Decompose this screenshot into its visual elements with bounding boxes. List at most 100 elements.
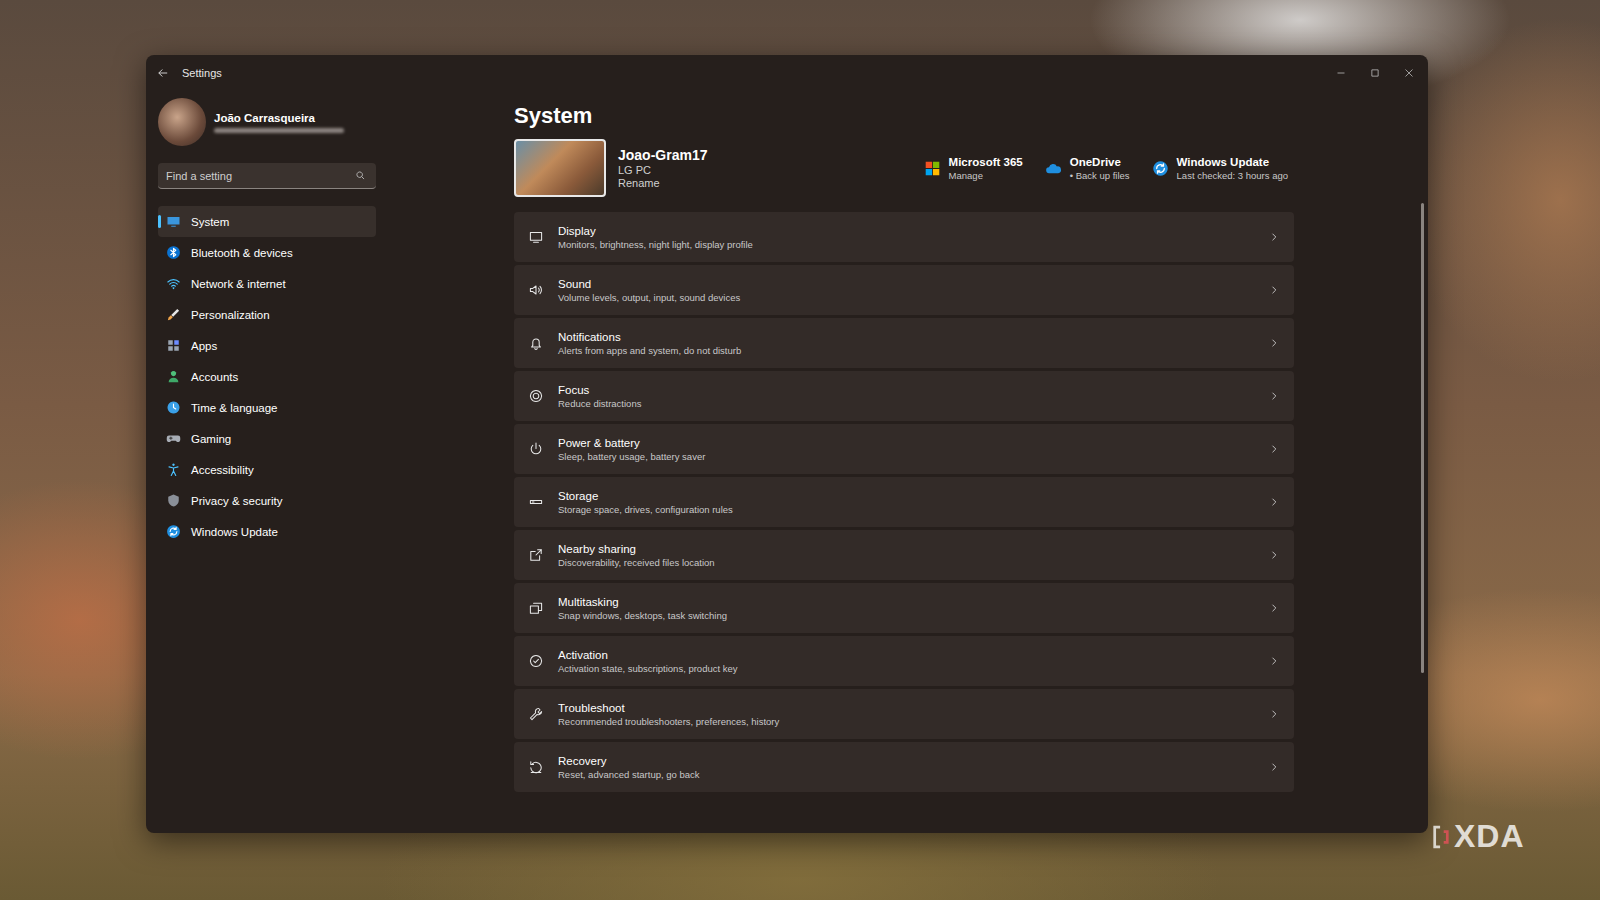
scrollbar[interactable] <box>1421 203 1424 673</box>
wrench-icon <box>528 706 544 722</box>
sidebar-item[interactable]: Time & language <box>158 392 376 423</box>
power-icon <box>528 441 544 457</box>
sidebar-item[interactable]: Bluetooth & devices <box>158 237 376 268</box>
row-subtitle: Storage space, drives, configuration rul… <box>558 504 1254 515</box>
rename-link[interactable]: Rename <box>618 177 707 189</box>
quick-link-title: Windows Update <box>1177 156 1288 168</box>
quick-link-title: OneDrive <box>1070 156 1130 168</box>
main-content: System Joao-Gram17LG PCRename Microsoft 36… <box>396 91 1428 833</box>
settings-row[interactable]: Power & battery Sleep, battery usage, bat… <box>514 424 1294 474</box>
desktop: Settings João Carrasqueira Find a setting S… <box>0 0 1600 900</box>
maximize-icon[interactable] <box>1368 66 1382 80</box>
sidebar-item[interactable]: Accessibility <box>158 454 376 485</box>
sidebar-item[interactable]: Gaming <box>158 423 376 454</box>
sidebar-item[interactable]: Privacy & security <box>158 485 376 516</box>
quick-link[interactable]: Microsoft 365Manage <box>924 156 1023 181</box>
profile[interactable]: João Carrasqueira <box>158 97 384 147</box>
sidebar-label: Accounts <box>191 371 238 383</box>
search-field[interactable]: Find a setting <box>158 163 376 189</box>
apps-icon <box>166 338 181 353</box>
sidebar-item[interactable]: System <box>158 206 376 237</box>
sidebar-label: Apps <box>191 340 217 352</box>
quick-link-text: OneDrive • Back up files <box>1070 156 1130 181</box>
settings-row[interactable]: Storage Storage space, drives, configurat… <box>514 477 1294 527</box>
row-text: Storage Storage space, drives, configurat… <box>558 490 1254 515</box>
settings-row[interactable]: RecoveryReset, advanced startup, go back <box>514 742 1294 792</box>
row-title: Recovery <box>558 755 1254 767</box>
chevron-right-icon <box>1268 602 1280 614</box>
sidebar-label: Accessibility <box>191 464 254 476</box>
quick-link[interactable]: OneDrive • Back up files <box>1045 156 1130 181</box>
controller-icon <box>166 431 181 446</box>
chevron-right-icon <box>1268 496 1280 508</box>
sidebar-item[interactable]: Windows Update <box>158 516 376 547</box>
accessibility-icon <box>166 462 181 477</box>
settings-row[interactable]: Sound Volume levels, output, input, sound… <box>514 265 1294 315</box>
close-icon[interactable] <box>1402 66 1416 80</box>
quick-link-subtitle: • Back up files <box>1070 170 1130 181</box>
row-text: Sound Volume levels, output, input, sound… <box>558 278 1254 303</box>
storage-icon <box>528 494 544 510</box>
row-subtitle: Sleep, battery usage, battery saver <box>558 451 1254 462</box>
share-icon <box>528 547 544 563</box>
recovery-icon <box>528 759 544 775</box>
settings-row[interactable]: Nearby sharingDiscoverability, received … <box>514 530 1294 580</box>
device-name: Joao-Gram17 <box>618 147 707 163</box>
chevron-right-icon <box>1268 443 1280 455</box>
row-title: Focus <box>558 384 1254 396</box>
wifi-icon <box>166 276 181 291</box>
title-group: Settings <box>156 66 222 80</box>
sidebar-label: Network & internet <box>191 278 286 290</box>
device-info: Joao-Gram17LG PCRename <box>514 139 707 197</box>
minimize-icon[interactable] <box>1334 66 1348 80</box>
blurred-email <box>214 128 344 133</box>
brush-icon <box>166 307 181 322</box>
wallpaper-thumbnail <box>514 139 606 197</box>
window-controls <box>1334 66 1416 80</box>
row-title: Storage <box>558 490 1254 502</box>
sidebar-label: Personalization <box>191 309 270 321</box>
onedrive-icon <box>1045 160 1062 177</box>
speaker-icon <box>528 282 544 298</box>
row-text: ActivationActivation state, subscription… <box>558 649 1254 674</box>
sidebar-label: Time & language <box>191 402 278 414</box>
sidebar-item[interactable]: Network & internet <box>158 268 376 299</box>
settings-row[interactable]: MultitaskingSnap windows, desktops, task… <box>514 583 1294 633</box>
row-subtitle: Recommended troubleshooters, preferences… <box>558 716 1254 727</box>
settings-row[interactable]: TroubleshootRecommended troubleshooters,… <box>514 689 1294 739</box>
row-subtitle: Volume levels, output, input, sound devi… <box>558 292 1254 303</box>
settings-list: DisplayMonitors, brightness, night light… <box>514 212 1294 792</box>
sidebar-label: System <box>191 216 229 228</box>
bluetooth-icon <box>166 245 181 260</box>
chevron-right-icon <box>1268 549 1280 561</box>
sidebar-item[interactable]: Personalization <box>158 299 376 330</box>
sidebar-item[interactable]: Accounts <box>158 361 376 392</box>
settings-row[interactable]: NotificationsAlerts from apps and system… <box>514 318 1294 368</box>
display-icon <box>528 229 544 245</box>
multitasking-icon <box>528 600 544 616</box>
chevron-right-icon <box>1268 231 1280 243</box>
chevron-right-icon <box>1268 655 1280 667</box>
row-subtitle: Monitors, brightness, night light, displ… <box>558 239 1254 250</box>
sidebar-nav: System Bluetooth & devices Network & inter… <box>158 206 384 547</box>
quick-link[interactable]: Windows UpdateLast checked: 3 hours ago <box>1152 156 1288 181</box>
settings-row[interactable]: FocusReduce distractions <box>514 371 1294 421</box>
row-text: MultitaskingSnap windows, desktops, task… <box>558 596 1254 621</box>
profile-text: João Carrasqueira <box>214 112 344 133</box>
device-header: Joao-Gram17LG PCRename Microsoft 365Manag… <box>514 139 1294 197</box>
row-text: Nearby sharingDiscoverability, received … <box>558 543 1254 568</box>
settings-window: Settings João Carrasqueira Find a setting S… <box>146 55 1428 833</box>
sidebar-item[interactable]: Apps <box>158 330 376 361</box>
row-title: Activation <box>558 649 1254 661</box>
settings-row[interactable]: DisplayMonitors, brightness, night light… <box>514 212 1294 262</box>
row-subtitle: Snap windows, desktops, task switching <box>558 610 1254 621</box>
row-text: Power & battery Sleep, battery usage, bat… <box>558 437 1254 462</box>
search-placeholder: Find a setting <box>166 170 232 182</box>
back-arrow-icon[interactable] <box>156 66 170 80</box>
settings-row[interactable]: ActivationActivation state, subscription… <box>514 636 1294 686</box>
row-title: Power & battery <box>558 437 1254 449</box>
row-subtitle: Alerts from apps and system, do not dist… <box>558 345 1254 356</box>
page-title: System <box>514 101 1294 131</box>
selection-marker <box>158 215 161 228</box>
row-title: Sound <box>558 278 1254 290</box>
